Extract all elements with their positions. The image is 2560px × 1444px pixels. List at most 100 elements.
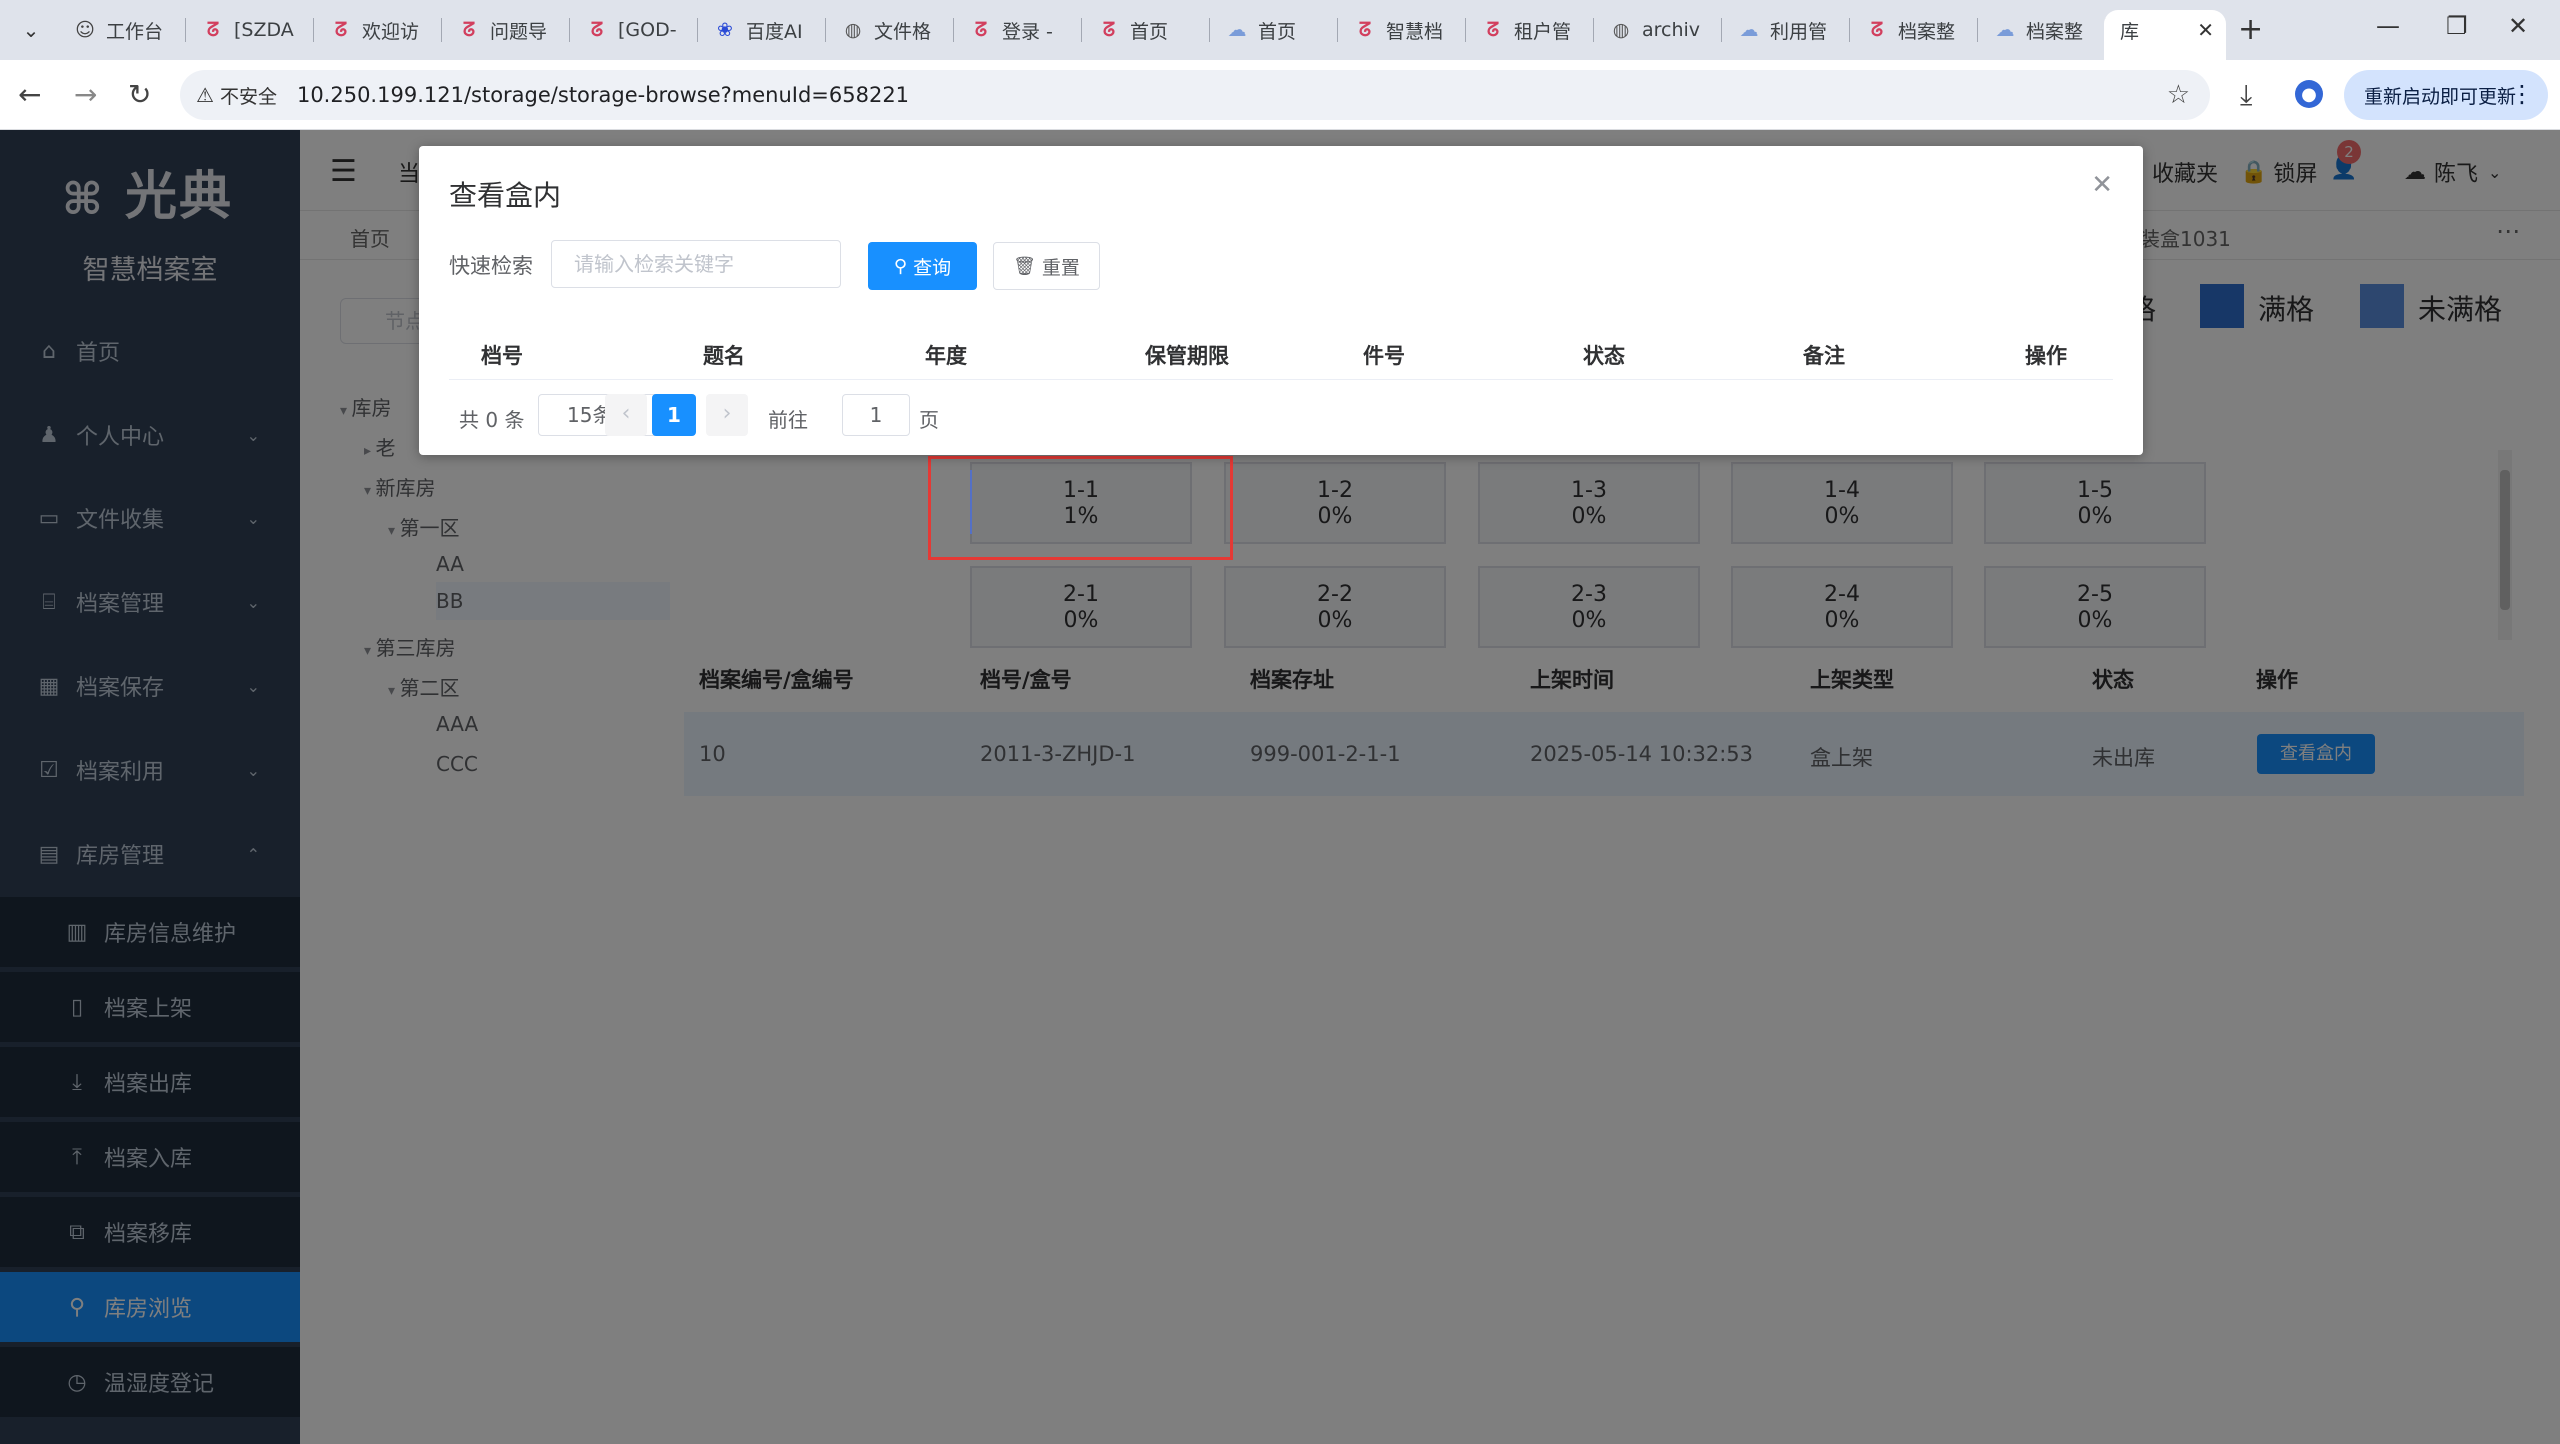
close-tab-icon[interactable]: ✕ <box>2197 18 2214 42</box>
reload-button[interactable]: ↻ <box>128 78 151 111</box>
kebab-menu-icon[interactable]: ⋮ <box>2510 80 2534 108</box>
app-icon: ᘔ <box>974 19 988 41</box>
browser-tab[interactable]: ᘔ 首页 <box>1082 10 1210 50</box>
current-page-number[interactable]: 1 <box>652 394 696 436</box>
app-icon: ᘔ <box>334 19 348 41</box>
new-tab-button[interactable]: + <box>2238 12 2263 47</box>
browser-tab[interactable]: ᘔ 登录 - <box>954 10 1082 50</box>
app-icon: ᘔ <box>462 19 476 41</box>
browser-tab[interactable]: ᘔ [SZDA <box>186 10 314 50</box>
browser-tab-label: 租户管 <box>1514 20 1572 43</box>
forward-button[interactable]: → <box>74 78 97 111</box>
dialog-column-header: 备注 <box>1803 344 1845 368</box>
security-label: 不安全 <box>219 85 277 108</box>
browser-tab[interactable]: ❀ 百度AI <box>698 10 826 50</box>
bookmark-star-icon[interactable]: ☆ <box>2167 80 2190 110</box>
browser-tab-label: 工作台 <box>106 20 164 43</box>
back-button[interactable]: ← <box>18 78 41 111</box>
security-indicator[interactable]: ⚠ 不安全 <box>196 82 277 109</box>
reset-label: 重置 <box>1041 256 1080 279</box>
goto-label: 前往 <box>768 408 808 432</box>
browser-tab[interactable]: ᘔ [GOD- <box>570 10 698 50</box>
browser-tab-label: [SZDA <box>234 19 294 41</box>
cell-focus-indicator <box>970 470 972 534</box>
browser-tab-strip: ⌄ ☺ 工作台 ᘔ [SZDA ᘔ 欢迎访 ᘔ 问题导 ᘔ [GOD- ❀ 百度AI ◍ 文件格 ᘔ 登录 -… <box>0 0 2560 60</box>
relaunch-label: 重新启动即可更新 <box>2364 85 2517 108</box>
page-suffix: 页 <box>919 408 939 432</box>
app-icon: ᘔ <box>206 19 220 41</box>
profile-avatar-icon[interactable]: ● <box>2295 80 2323 108</box>
quick-search-label: 快速检索 <box>449 254 533 278</box>
view-box-dialog: 查看盒内 ✕ 快速检索 ⚲ 查询 🗑 重置 档号 题名 年度 保管期限 件号 状态 备注 操作… <box>419 146 2143 455</box>
restore-button[interactable]: ❐ <box>2446 12 2468 40</box>
omnibox[interactable]: ⚠ 不安全 10.250.199.121/storage/storage-bro… <box>180 70 2210 120</box>
next-page-button[interactable]: › <box>706 394 748 436</box>
dialog-column-header: 保管期限 <box>1145 344 1229 368</box>
browser-tab-label: 利用管 <box>1770 20 1828 43</box>
browser-tab[interactable]: ◍ 文件格 <box>826 10 954 50</box>
warning-icon: ⚠ <box>196 83 214 107</box>
browser-tab[interactable]: ᘔ 租户管 <box>1466 10 1594 50</box>
browser-tab[interactable]: ᘔ 智慧档 <box>1338 10 1466 50</box>
browser-tab-label: 百度AI <box>746 20 803 43</box>
close-icon[interactable]: ✕ <box>2091 170 2113 200</box>
browser-tab-label: 档案整 <box>2026 20 2084 43</box>
quick-search-input[interactable] <box>551 240 841 288</box>
app-icon: ᘔ <box>1102 19 1116 41</box>
browser-tab-label: 档案整 <box>1898 20 1956 43</box>
browser-tab-label: 库 <box>2120 20 2140 43</box>
prev-page-button[interactable]: ‹ <box>605 394 647 436</box>
close-window-button[interactable]: ✕ <box>2508 12 2528 40</box>
cloud-icon: ☁ <box>1739 19 1759 41</box>
browser-tab-label: archiv <box>1642 19 1701 41</box>
browser-tab-label: 问题导 <box>490 20 548 43</box>
url-text[interactable]: 10.250.199.121/storage/storage-browse?me… <box>297 83 909 107</box>
browser-tab[interactable]: ᘔ 问题导 <box>442 10 570 50</box>
cloud-icon: ☁ <box>1227 19 1247 41</box>
browser-tab-label: 欢迎访 <box>362 20 420 43</box>
browser-tab[interactable]: ☁ 首页 <box>1210 10 1338 50</box>
cloud-icon: ☁ <box>1995 19 2015 41</box>
app-icon: ᘔ <box>1870 19 1884 41</box>
browser-tab[interactable]: ☁ 利用管 <box>1722 10 1850 50</box>
browser-tab[interactable]: ☁ 档案整 <box>1978 10 2106 50</box>
browser-tab-label: 智慧档 <box>1386 20 1444 43</box>
browser-tab-label: [GOD- <box>618 19 677 41</box>
dialog-title: 查看盒内 <box>449 179 562 212</box>
download-icon[interactable]: ⤓ <box>2240 78 2252 112</box>
browser-tab[interactable]: ☺ 工作台 <box>58 10 186 50</box>
minimize-button[interactable]: — <box>2376 12 2400 40</box>
pagination-total: 共 0 条 <box>459 408 525 432</box>
app-icon: ᘔ <box>1486 19 1500 41</box>
paw-icon: ❀ <box>717 19 733 41</box>
tab-search-menu-button[interactable]: ⌄ <box>14 13 48 47</box>
query-label: 查询 <box>913 256 952 279</box>
reset-button[interactable]: 🗑 重置 <box>993 242 1100 290</box>
person-icon: ☺ <box>75 19 95 41</box>
browser-tab[interactable]: 库 ✕ <box>2104 10 2226 60</box>
dialog-table-header: 档号 题名 年度 保管期限 件号 状态 备注 操作 <box>449 324 2113 380</box>
app-icon: ᘔ <box>590 19 604 41</box>
browser-tab-label: 首页 <box>1130 20 1169 43</box>
app-icon: ᘔ <box>1358 19 1372 41</box>
search-icon: ⚲ <box>893 255 908 277</box>
browser-tab-label: 文件格 <box>874 20 932 43</box>
goto-page-input[interactable]: 1 <box>842 394 910 436</box>
globe-icon: ◍ <box>1612 19 1630 41</box>
dialog-column-header: 年度 <box>925 344 967 368</box>
dialog-column-header: 档号 <box>481 344 523 368</box>
address-bar-row: ← → ↻ ⚠ 不安全 10.250.199.121/storage/stora… <box>0 60 2560 130</box>
relaunch-update-button[interactable]: 重新启动即可更新 ⋮ <box>2344 70 2548 120</box>
dialog-column-header: 件号 <box>1363 344 1405 368</box>
trash-icon: 🗑 <box>1013 255 1036 277</box>
dialog-column-header: 操作 <box>2025 344 2067 368</box>
highlight-annotation <box>928 456 1233 560</box>
browser-tab[interactable]: ◍ archiv <box>1594 10 1722 50</box>
browser-tab-label: 登录 - <box>1002 20 1053 43</box>
globe-icon: ◍ <box>844 19 862 41</box>
pagination: 共 0 条 15条/页 ⌄ ‹ 1 › 前往 1 页 <box>449 394 2113 438</box>
dialog-column-header: 状态 <box>1583 344 1625 368</box>
browser-tab[interactable]: ᘔ 档案整 <box>1850 10 1978 50</box>
browser-tab[interactable]: ᘔ 欢迎访 <box>314 10 442 50</box>
query-button[interactable]: ⚲ 查询 <box>868 242 977 290</box>
